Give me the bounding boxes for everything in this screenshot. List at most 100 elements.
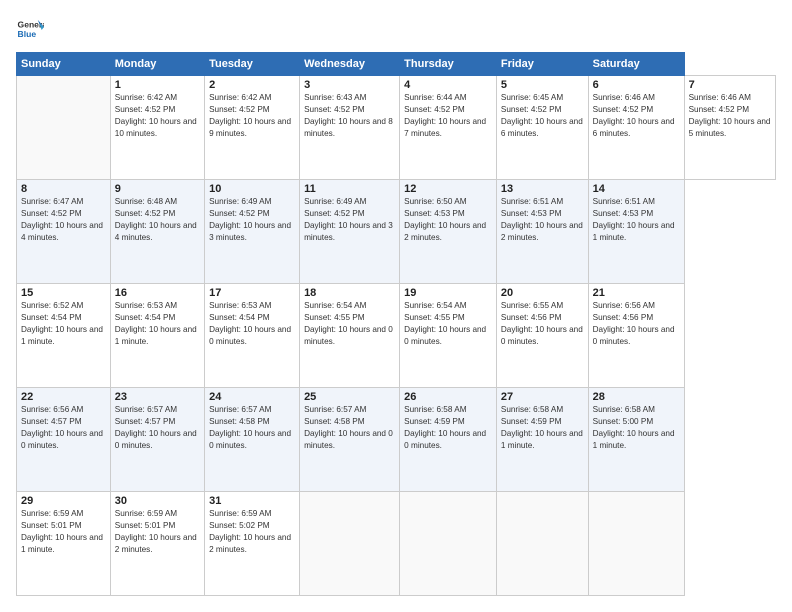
calendar-cell: 28Sunrise: 6:58 AMSunset: 5:00 PMDayligh… bbox=[588, 388, 684, 492]
day-number: 26 bbox=[404, 391, 492, 403]
day-info: Sunrise: 6:52 AMSunset: 4:54 PMDaylight:… bbox=[21, 301, 103, 346]
calendar-cell: 16 Sunrise: 6:53 AMSunset: 4:54 PMDayligh… bbox=[110, 284, 204, 388]
day-number: 4 bbox=[404, 79, 492, 91]
calendar-cell: 25 Sunrise: 6:57 AMSunset: 4:58 PMDayligh… bbox=[300, 388, 400, 492]
day-number: 22 bbox=[21, 391, 106, 403]
day-info: Sunrise: 6:58 AMSunset: 4:59 PMDaylight:… bbox=[404, 405, 486, 450]
col-header-tuesday: Tuesday bbox=[205, 53, 300, 76]
svg-text:Blue: Blue bbox=[18, 29, 37, 39]
day-number: 1 bbox=[115, 79, 200, 91]
day-info: Sunrise: 6:42 AMSunset: 4:52 PMDaylight:… bbox=[115, 93, 197, 138]
day-number: 23 bbox=[115, 391, 200, 403]
calendar-cell bbox=[300, 492, 400, 596]
day-info: Sunrise: 6:50 AMSunset: 4:53 PMDaylight:… bbox=[404, 197, 486, 242]
day-number: 18 bbox=[304, 287, 395, 299]
calendar-cell: 17 Sunrise: 6:53 AMSunset: 4:54 PMDayligh… bbox=[205, 284, 300, 388]
day-number: 9 bbox=[115, 183, 200, 195]
calendar-cell: 31 Sunrise: 6:59 AMSunset: 5:02 PMDayligh… bbox=[205, 492, 300, 596]
calendar-cell: 29Sunrise: 6:59 AMSunset: 5:01 PMDayligh… bbox=[17, 492, 111, 596]
day-info: Sunrise: 6:57 AMSunset: 4:57 PMDaylight:… bbox=[115, 405, 197, 450]
calendar-cell: 20Sunrise: 6:55 AMSunset: 4:56 PMDayligh… bbox=[496, 284, 588, 388]
day-number: 13 bbox=[501, 183, 584, 195]
day-info: Sunrise: 6:54 AMSunset: 4:55 PMDaylight:… bbox=[404, 301, 486, 346]
day-number: 11 bbox=[304, 183, 395, 195]
calendar-cell bbox=[17, 76, 111, 180]
calendar-cell: 23 Sunrise: 6:57 AMSunset: 4:57 PMDayligh… bbox=[110, 388, 204, 492]
calendar-cell: 19 Sunrise: 6:54 AMSunset: 4:55 PMDayligh… bbox=[400, 284, 497, 388]
day-info: Sunrise: 6:54 AMSunset: 4:55 PMDaylight:… bbox=[304, 301, 393, 346]
day-number: 31 bbox=[209, 495, 295, 507]
day-info: Sunrise: 6:59 AMSunset: 5:02 PMDaylight:… bbox=[209, 509, 291, 554]
day-number: 8 bbox=[21, 183, 106, 195]
calendar-cell: 14 Sunrise: 6:51 AMSunset: 4:53 PMDayligh… bbox=[588, 180, 684, 284]
day-info: Sunrise: 6:51 AMSunset: 4:53 PMDaylight:… bbox=[593, 197, 675, 242]
day-info: Sunrise: 6:49 AMSunset: 4:52 PMDaylight:… bbox=[209, 197, 291, 242]
day-info: Sunrise: 6:57 AMSunset: 4:58 PMDaylight:… bbox=[304, 405, 393, 450]
calendar-cell: 11 Sunrise: 6:49 AMSunset: 4:52 PMDayligh… bbox=[300, 180, 400, 284]
calendar-cell: 3 Sunrise: 6:43 AMSunset: 4:52 PMDaylight… bbox=[300, 76, 400, 180]
day-info: Sunrise: 6:51 AMSunset: 4:53 PMDaylight:… bbox=[501, 197, 583, 242]
day-info: Sunrise: 6:43 AMSunset: 4:52 PMDaylight:… bbox=[304, 93, 393, 138]
day-number: 3 bbox=[304, 79, 395, 91]
day-info: Sunrise: 6:53 AMSunset: 4:54 PMDaylight:… bbox=[209, 301, 291, 346]
day-number: 14 bbox=[593, 183, 680, 195]
day-info: Sunrise: 6:56 AMSunset: 4:57 PMDaylight:… bbox=[21, 405, 103, 450]
day-info: Sunrise: 6:58 AMSunset: 4:59 PMDaylight:… bbox=[501, 405, 583, 450]
day-number: 6 bbox=[593, 79, 680, 91]
logo-icon: General Blue bbox=[16, 16, 44, 44]
calendar-table: SundayMondayTuesdayWednesdayThursdayFrid… bbox=[16, 52, 776, 596]
day-number: 15 bbox=[21, 287, 106, 299]
calendar-cell: 27Sunrise: 6:58 AMSunset: 4:59 PMDayligh… bbox=[496, 388, 588, 492]
col-header-monday: Monday bbox=[110, 53, 204, 76]
calendar-cell: 7 Sunrise: 6:46 AMSunset: 4:52 PMDaylight… bbox=[684, 76, 775, 180]
day-info: Sunrise: 6:48 AMSunset: 4:52 PMDaylight:… bbox=[115, 197, 197, 242]
calendar-cell: 10 Sunrise: 6:49 AMSunset: 4:52 PMDayligh… bbox=[205, 180, 300, 284]
day-info: Sunrise: 6:57 AMSunset: 4:58 PMDaylight:… bbox=[209, 405, 291, 450]
day-info: Sunrise: 6:58 AMSunset: 5:00 PMDaylight:… bbox=[593, 405, 675, 450]
calendar-cell: 12Sunrise: 6:50 AMSunset: 4:53 PMDayligh… bbox=[400, 180, 497, 284]
day-info: Sunrise: 6:45 AMSunset: 4:52 PMDaylight:… bbox=[501, 93, 583, 138]
day-info: Sunrise: 6:49 AMSunset: 4:52 PMDaylight:… bbox=[304, 197, 393, 242]
day-info: Sunrise: 6:59 AMSunset: 5:01 PMDaylight:… bbox=[115, 509, 197, 554]
day-info: Sunrise: 6:46 AMSunset: 4:52 PMDaylight:… bbox=[593, 93, 675, 138]
day-number: 30 bbox=[115, 495, 200, 507]
calendar-cell: 18 Sunrise: 6:54 AMSunset: 4:55 PMDayligh… bbox=[300, 284, 400, 388]
calendar-cell: 5 Sunrise: 6:45 AMSunset: 4:52 PMDaylight… bbox=[496, 76, 588, 180]
col-header-thursday: Thursday bbox=[400, 53, 497, 76]
calendar-cell: 2 Sunrise: 6:42 AMSunset: 4:52 PMDaylight… bbox=[205, 76, 300, 180]
col-header-friday: Friday bbox=[496, 53, 588, 76]
day-info: Sunrise: 6:46 AMSunset: 4:52 PMDaylight:… bbox=[689, 93, 771, 138]
col-header-wednesday: Wednesday bbox=[300, 53, 400, 76]
day-number: 16 bbox=[115, 287, 200, 299]
calendar-cell: 26 Sunrise: 6:58 AMSunset: 4:59 PMDayligh… bbox=[400, 388, 497, 492]
calendar-cell: 15 Sunrise: 6:52 AMSunset: 4:54 PMDayligh… bbox=[17, 284, 111, 388]
calendar-cell bbox=[496, 492, 588, 596]
col-header-saturday: Saturday bbox=[588, 53, 684, 76]
day-number: 7 bbox=[689, 79, 771, 91]
day-number: 25 bbox=[304, 391, 395, 403]
day-info: Sunrise: 6:44 AMSunset: 4:52 PMDaylight:… bbox=[404, 93, 486, 138]
day-info: Sunrise: 6:42 AMSunset: 4:52 PMDaylight:… bbox=[209, 93, 291, 138]
day-info: Sunrise: 6:47 AMSunset: 4:52 PMDaylight:… bbox=[21, 197, 103, 242]
logo: General Blue bbox=[16, 16, 46, 44]
day-number: 5 bbox=[501, 79, 584, 91]
calendar-cell: 1 Sunrise: 6:42 AMSunset: 4:52 PMDaylight… bbox=[110, 76, 204, 180]
day-number: 19 bbox=[404, 287, 492, 299]
calendar-cell bbox=[400, 492, 497, 596]
calendar-cell: 24Sunrise: 6:57 AMSunset: 4:58 PMDayligh… bbox=[205, 388, 300, 492]
day-info: Sunrise: 6:56 AMSunset: 4:56 PMDaylight:… bbox=[593, 301, 675, 346]
calendar-cell bbox=[588, 492, 684, 596]
calendar-cell: 21 Sunrise: 6:56 AMSunset: 4:56 PMDayligh… bbox=[588, 284, 684, 388]
day-number: 17 bbox=[209, 287, 295, 299]
day-number: 10 bbox=[209, 183, 295, 195]
day-info: Sunrise: 6:53 AMSunset: 4:54 PMDaylight:… bbox=[115, 301, 197, 346]
page: General Blue SundayMondayTuesdayWednesda… bbox=[0, 0, 792, 612]
day-number: 29 bbox=[21, 495, 106, 507]
calendar-cell: 22 Sunrise: 6:56 AMSunset: 4:57 PMDayligh… bbox=[17, 388, 111, 492]
calendar-cell: 8 Sunrise: 6:47 AMSunset: 4:52 PMDaylight… bbox=[17, 180, 111, 284]
day-number: 2 bbox=[209, 79, 295, 91]
calendar-cell: 9 Sunrise: 6:48 AMSunset: 4:52 PMDaylight… bbox=[110, 180, 204, 284]
header: General Blue bbox=[16, 16, 776, 44]
calendar-cell: 13 Sunrise: 6:51 AMSunset: 4:53 PMDayligh… bbox=[496, 180, 588, 284]
day-number: 21 bbox=[593, 287, 680, 299]
